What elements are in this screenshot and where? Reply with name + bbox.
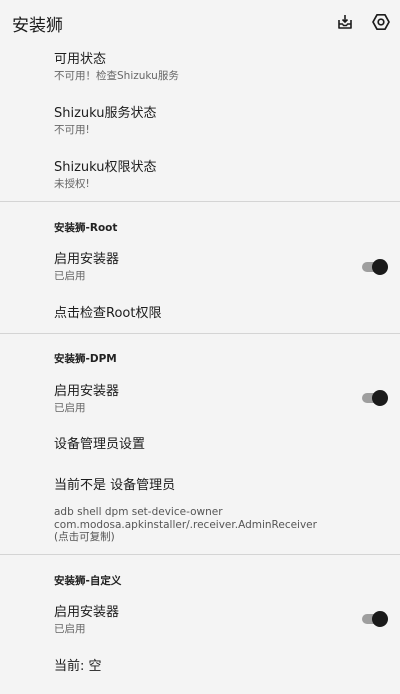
pref-summary: 已启用 [54, 402, 86, 414]
pref-summary: 未授权! [54, 178, 90, 190]
pref-summary: 不可用! [54, 124, 90, 136]
pref-summary: 已启用 [54, 623, 86, 635]
pref-title: 启用安装器 [54, 252, 120, 267]
pref-dpm-enable[interactable]: 启用安装器 已启用 [54, 384, 400, 415]
pref-summary: 不可用！检查Shizuku服务 [54, 70, 179, 82]
pref-summary: 已启用 [54, 270, 86, 282]
switch-thumb [372, 611, 388, 627]
root-enable-switch[interactable] [360, 258, 388, 276]
pref-shizuku-service-status[interactable]: Shizuku服务状态 不可用! [54, 106, 400, 137]
pref-dpm-current[interactable]: 当前不是 设备管理员 adb shell dpm set-device-owne… [54, 478, 400, 544]
pref-title: 启用安装器 [54, 605, 120, 620]
pref-device-admin-settings[interactable]: 设备管理员设置 [54, 437, 400, 453]
divider [0, 554, 400, 555]
pref-custom-current[interactable]: 当前: 空 [54, 659, 400, 675]
pref-title: 启用安装器 [54, 384, 120, 399]
app-bar: 安装狮 [0, 0, 400, 44]
pref-title: 点击检查Root权限 [54, 306, 162, 321]
app-title: 安装狮 [12, 16, 63, 36]
category-custom: 安装狮-自定义 [54, 575, 122, 587]
category-dpm: 安装狮-DPM [54, 353, 117, 365]
category-root: 安装狮-Root [54, 222, 118, 234]
pref-check-root[interactable]: 点击检查Root权限 [54, 306, 400, 322]
pref-shizuku-permission-status[interactable]: Shizuku权限状态 未授权! [54, 160, 400, 191]
pref-available-status[interactable]: 可用状态 不可用！检查Shizuku服务 [54, 52, 400, 83]
pref-title: 当前不是 设备管理员 [54, 478, 176, 493]
divider [0, 201, 400, 202]
settings-hexagon-icon[interactable] [370, 11, 392, 33]
switch-thumb [372, 390, 388, 406]
pref-title: 当前: 空 [54, 659, 102, 674]
pref-title: Shizuku权限状态 [54, 160, 157, 175]
pref-custom-enable[interactable]: 启用安装器 已启用 [54, 605, 400, 636]
pref-title: 可用状态 [54, 52, 107, 67]
pref-title: Shizuku服务状态 [54, 106, 157, 121]
dpm-enable-switch[interactable] [360, 389, 388, 407]
inbox-download-icon[interactable] [334, 11, 356, 33]
custom-enable-switch[interactable] [360, 610, 388, 628]
pref-root-enable[interactable]: 启用安装器 已启用 [54, 252, 400, 283]
pref-title: 设备管理员设置 [54, 437, 146, 452]
adb-command-line-1: adb shell dpm set-device-owner [54, 506, 223, 518]
divider [0, 333, 400, 334]
switch-thumb [372, 259, 388, 275]
adb-command-line-2: com.modosa.apkinstaller/.receiver.AdminR… [54, 518, 317, 531]
copy-hint: (点击可复制) [54, 531, 115, 543]
